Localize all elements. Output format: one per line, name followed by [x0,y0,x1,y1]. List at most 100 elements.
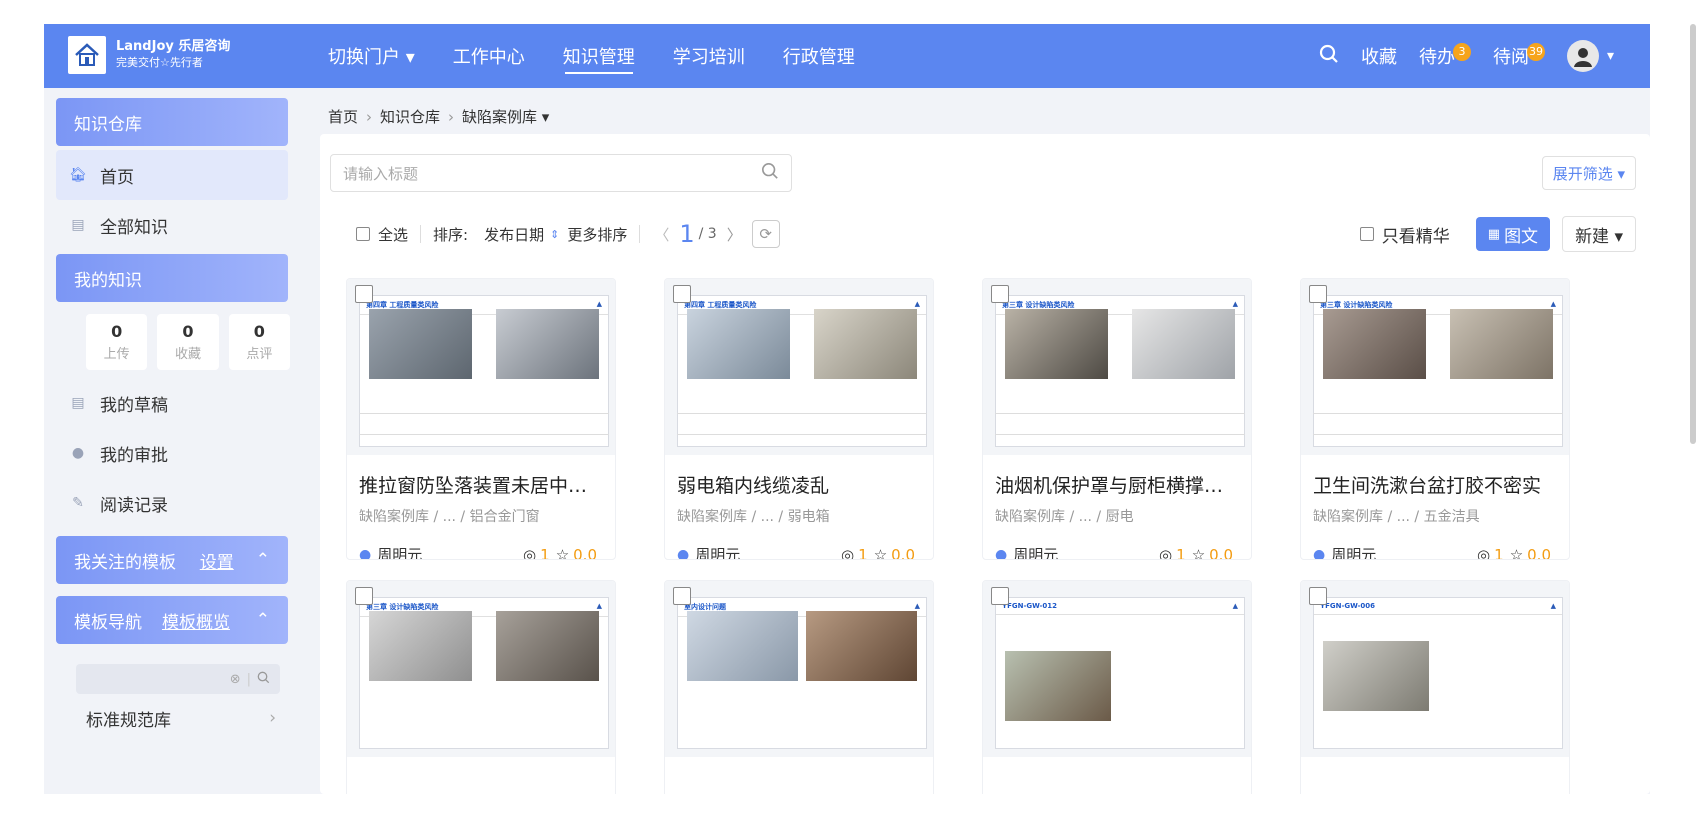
select-all-checkbox[interactable] [356,227,370,241]
new-button[interactable]: 新建 ▾ [1562,216,1636,252]
stat-favorites[interactable]: 0 收藏 [157,314,219,370]
sidebar-item-approvals[interactable]: ● 我的审批 [44,428,300,478]
knowledge-card[interactable]: 第三章 设计缺陷类风险 ▲ 油烟机保护罩与厨柜横撑冲突 缺陷案例库 / ... /… [982,278,1252,560]
card-rating: 0.0 [1527,545,1551,560]
top-navbar: LandJoy 乐居咨询 完美交付☆先行者 切换门户 ▾ 工作中心 知识管理 学… [44,24,1650,88]
stat-uploads[interactable]: 0 上传 [86,314,148,370]
sidebar-item-all-knowledge[interactable]: ▤ 全部知识 [44,200,300,250]
card-checkbox[interactable] [1309,285,1327,303]
search-input[interactable]: 请输入标题 [330,154,792,192]
star-icon[interactable]: ☆ [1192,546,1205,560]
nav-favorites[interactable]: 收藏 [1361,43,1397,69]
knowledge-card[interactable]: YFGN-GW-012 ▲ [982,580,1252,794]
search-icon[interactable] [761,162,779,185]
breadcrumb-home[interactable]: 首页 [328,108,358,126]
card-views: 1 [540,545,550,560]
logo-name: LandJoy 乐居咨询 [116,39,231,54]
sidebar-search-input[interactable]: ⊗ | [76,664,280,694]
breadcrumb-repo[interactable]: 知识仓库 [380,108,440,126]
sidebar-item-standards-library[interactable]: 标准规范库 › [44,694,300,742]
logo[interactable]: LandJoy 乐居咨询 完美交付☆先行者 [68,36,230,74]
chevron-up-icon[interactable]: ⌃ [256,610,270,630]
card-title[interactable]: 油烟机保护罩与厨柜横撑冲突 [995,471,1239,498]
search-icon[interactable] [1319,44,1339,69]
knowledge-card[interactable]: 第四章 工程质量类风险 ▲ 推拉窗防坠落装置未居中固… 缺陷案例库 / ... /… [346,278,616,560]
sidebar-item-home[interactable]: 🏠︎ 首页 [56,150,288,200]
breadcrumb-current[interactable]: 缺陷案例库 ▾ [462,108,549,126]
sidebar-header-template-nav[interactable]: 模板导航 模板概览 ⌃ [56,596,288,644]
sidebar-item-reading[interactable]: ✎ 阅读记录 [44,478,300,528]
nav-toread[interactable]: 待阅39 [1493,43,1545,69]
breadcrumb: 首页 › 知识仓库 › 缺陷案例库 ▾ [328,108,550,126]
nav-switch-portal[interactable]: 切换门户 ▾ [328,24,415,88]
clear-icon[interactable]: ⊗ [230,672,241,687]
star-icon[interactable]: ☆ [556,546,569,560]
sidebar-header-mine[interactable]: 我的知识 [56,254,288,302]
nav-work-center[interactable]: 工作中心 [453,24,525,88]
scrollbar[interactable] [1688,24,1696,444]
card-checkbox[interactable] [673,587,691,605]
followed-settings-link[interactable]: 设置 [200,548,234,573]
document-icon: ▤ [71,217,85,233]
user-icon: ● [71,445,85,461]
star-icon[interactable]: ☆ [874,546,887,560]
card-checkbox[interactable] [991,587,1009,605]
search-icon[interactable] [257,671,270,688]
card-thumbnail: YFGN-GW-012 ▲ [983,581,1251,757]
sidebar-item-label: 全部知识 [100,217,168,238]
stat-label: 收藏 [174,347,201,362]
draft-icon: ▤ [71,395,85,411]
nav-admin-management[interactable]: 行政管理 [783,24,855,88]
sort-order-icon[interactable]: ⇕ [550,228,559,241]
card-path: 缺陷案例库 / ... / 弱电箱 [677,509,830,525]
sidebar-header-repo[interactable]: 知识仓库 [56,98,288,146]
nav-learning-training[interactable]: 学习培训 [673,24,745,88]
stat-comments[interactable]: 0 点评 [228,314,290,370]
template-overview-link[interactable]: 模板概览 [162,608,230,633]
knowledge-card[interactable]: 室内设计问题 ▲ [664,580,934,794]
chevron-up-icon[interactable]: ⌃ [256,550,270,570]
card-checkbox[interactable] [1309,587,1327,605]
card-title[interactable]: 卫生间洗漱台盆打胶不密实 [1313,471,1557,498]
nav-todo[interactable]: 待办 3 [1419,43,1471,69]
card-thumbnail: 第三章 设计缺陷类风险 ▲ [347,581,615,757]
user-icon: ● [359,546,372,560]
card-thumbnail: 第三章 设计缺陷类风险 ▲ [1301,279,1569,455]
card-checkbox[interactable] [673,285,691,303]
knowledge-card[interactable]: YFGN-GW-006 ▲ [1300,580,1570,794]
nav-knowledge-management[interactable]: 知识管理 [563,24,635,88]
card-checkbox[interactable] [991,285,1009,303]
knowledge-card[interactable]: 第三章 设计缺陷类风险 ▲ 卫生间洗漱台盆打胶不密实 缺陷案例库 / ... / … [1300,278,1570,560]
expand-filter-button[interactable]: 展开筛选 ▾ [1541,156,1636,190]
card-title[interactable]: 弱电箱内线缆凌乱 [677,471,921,498]
star-icon[interactable]: ☆ [1510,546,1523,560]
sidebar-item-drafts[interactable]: ▤ 我的草稿 [44,378,300,428]
refresh-icon[interactable]: ⟳ [751,220,780,248]
stat-value: 0 [253,322,265,341]
next-page-icon[interactable]: 〉 [727,224,742,245]
list-toolbar: 全选 排序: 发布日期 ⇕ 更多排序 〈 1 / 3 〉 ⟳ 只看精华 ▦ 图文 [356,214,1636,254]
only-featured-label[interactable]: 只看精华 [1382,222,1450,247]
logo-tagline: 完美交付☆先行者 [116,56,203,69]
todo-count-badge: 3 [1452,43,1471,61]
card-checkbox[interactable] [355,587,373,605]
user-menu[interactable]: ▾ [1566,40,1614,72]
doc-header: YFGN-GW-012 [1002,602,1058,610]
card-checkbox[interactable] [355,285,373,303]
select-all-label[interactable]: 全选 [378,224,408,245]
prev-page-icon[interactable]: 〈 [654,224,669,245]
card-title[interactable]: 推拉窗防坠落装置未居中固… [359,471,603,498]
more-sort-dropdown[interactable]: 更多排序 [567,224,627,245]
knowledge-card[interactable]: 第四章 工程质量类风险 ▲ 弱电箱内线缆凌乱 缺陷案例库 / ... / 弱电箱 … [664,278,934,560]
sort-by-date[interactable]: 发布日期 [484,224,544,245]
view-mode-image-text-button[interactable]: ▦ 图文 [1475,217,1551,251]
sidebar-header-followed-templates[interactable]: 我关注的模板 设置 ⌃ [56,536,288,584]
chevron-right-icon: › [269,708,276,728]
eye-icon: ◎ [1159,545,1173,560]
knowledge-card[interactable]: 第三章 设计缺陷类风险 ▲ [346,580,616,794]
user-icon: ● [995,546,1008,560]
user-icon: ● [677,546,690,560]
featured-checkbox[interactable] [1359,227,1374,241]
avatar [1566,40,1599,72]
card-author: 周明元 [1013,546,1059,560]
